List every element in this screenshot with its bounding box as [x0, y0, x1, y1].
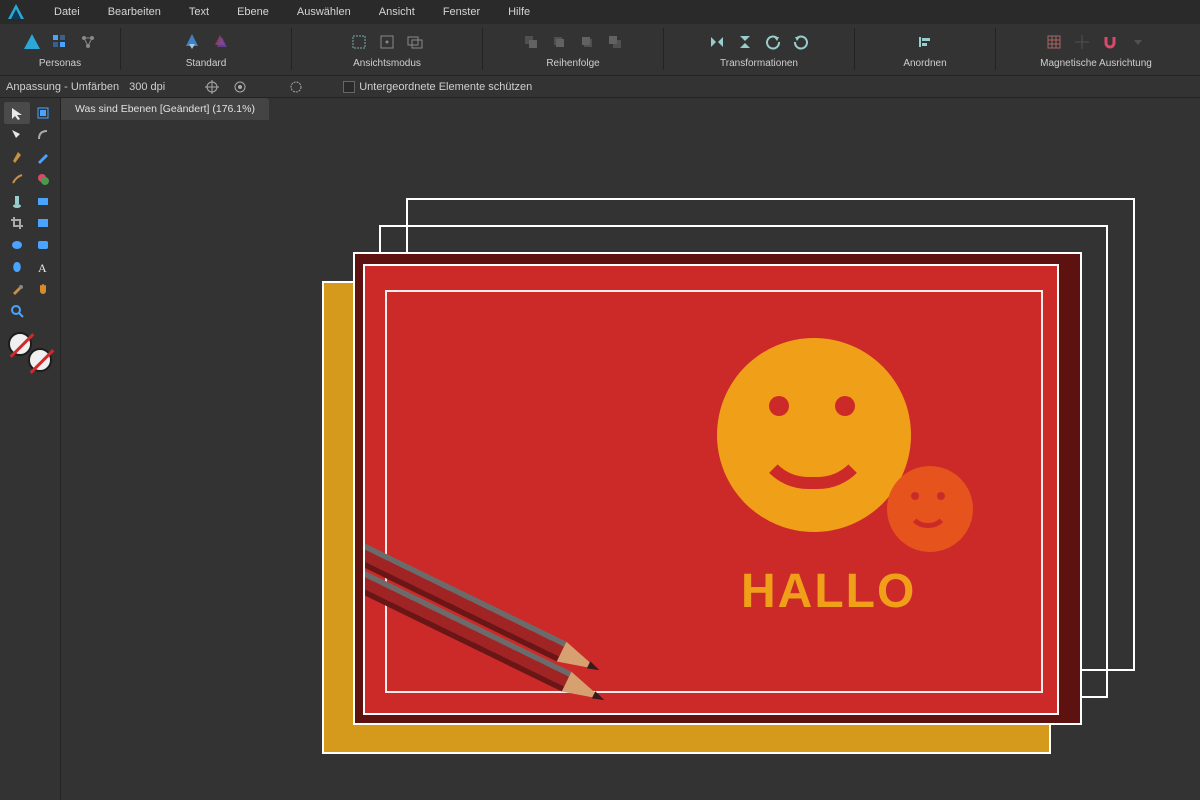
tool-node[interactable] [4, 124, 30, 146]
tool-crop[interactable] [4, 212, 30, 234]
layer-card-red[interactable]: HALLO [363, 264, 1059, 715]
lock-children-icon[interactable] [287, 78, 305, 96]
tool-hand[interactable] [30, 278, 56, 300]
protect-children-label: Untergeordnete Elemente schützen [359, 81, 532, 93]
toolbar-label-viewmode: Ansichtsmodus [353, 58, 421, 69]
document-tab[interactable]: Was sind Ebenen [Geändert] (176.1%) [61, 98, 269, 120]
toolbar-group-snapping: Magnetische Ausrichtung [996, 24, 1196, 71]
back-color-swatch[interactable] [28, 348, 52, 372]
menubar: Datei Bearbeiten Text Ebene Auswählen An… [0, 0, 1200, 24]
toolbar-label-order: Reihenfolge [546, 58, 599, 69]
toolbar-group-personas: Personas [0, 24, 120, 71]
tool-zoom[interactable] [4, 300, 30, 322]
rotate-ccw-icon[interactable] [762, 31, 784, 53]
tool-pen[interactable] [4, 146, 30, 168]
tool-artboard[interactable] [30, 102, 56, 124]
tool-color-replace[interactable] [30, 168, 56, 190]
smiley-large [717, 338, 911, 532]
tool-text[interactable]: A [30, 256, 56, 278]
options-bar: Anpassung - Umfärben 300 dpi Untergeordn… [0, 76, 1200, 98]
tool-brush[interactable] [4, 168, 30, 190]
flip-horizontal-icon[interactable] [706, 31, 728, 53]
persona-designer-icon[interactable] [21, 31, 43, 53]
order-forward-one-icon[interactable] [576, 31, 598, 53]
hallo-text: HALLO [741, 564, 916, 619]
menu-text[interactable]: Text [175, 0, 223, 24]
rotate-cw-icon[interactable] [790, 31, 812, 53]
tool-eyedropper[interactable] [4, 278, 30, 300]
toolbar-group-viewmode: Ansichtsmodus [292, 24, 482, 71]
color-chooser[interactable] [8, 332, 52, 372]
dpi-label: 300 dpi [129, 81, 165, 93]
viewmode-outline-icon[interactable] [404, 31, 426, 53]
snap-guides-icon[interactable] [1071, 31, 1093, 53]
tool-pencil[interactable] [30, 146, 56, 168]
flip-vertical-icon[interactable] [734, 31, 756, 53]
snap-dropdown-icon[interactable] [1127, 31, 1149, 53]
tool-gradient[interactable] [30, 190, 56, 212]
tool-shapes[interactable] [4, 256, 30, 278]
toolbar-group-order: Reihenfolge [483, 24, 663, 71]
toolbar-group-standard: Standard [121, 24, 291, 71]
canvas[interactable]: HALLO [61, 120, 1200, 800]
menu-datei[interactable]: Datei [40, 0, 94, 24]
tool-move[interactable] [4, 102, 30, 124]
tool-fill[interactable] [4, 190, 30, 212]
menu-auswaehlen[interactable]: Auswählen [283, 0, 365, 24]
toolbar-group-arrange: Anordnen [855, 24, 995, 71]
toolbar: Personas Standard Ansichtsmodus [0, 24, 1200, 76]
tool-palette: A [0, 98, 61, 800]
protect-children-checkbox[interactable]: Untergeordnete Elemente schützen [343, 81, 532, 93]
persona-pixel-icon[interactable] [49, 31, 71, 53]
tool-empty [30, 300, 56, 322]
menu-ebene[interactable]: Ebene [223, 0, 283, 24]
front-color-swatch[interactable] [8, 332, 32, 356]
viewmode-retina-icon[interactable] [376, 31, 398, 53]
move-target-icon[interactable] [231, 78, 249, 96]
toolbar-label-standard: Standard [186, 58, 227, 69]
tool-rectangle[interactable] [30, 212, 56, 234]
tool-corner[interactable] [30, 124, 56, 146]
tool-rounded-rect[interactable] [30, 234, 56, 256]
menu-fenster[interactable]: Fenster [429, 0, 494, 24]
checkbox-icon[interactable] [343, 81, 355, 93]
toolbar-label-transform: Transformationen [720, 58, 798, 69]
menu-bearbeiten[interactable]: Bearbeiten [94, 0, 175, 24]
app-logo-icon [6, 2, 26, 22]
defaults-sync-icon[interactable] [181, 31, 203, 53]
toolbar-label-snapping: Magnetische Ausrichtung [1040, 58, 1152, 69]
viewmode-pixels-icon[interactable] [348, 31, 370, 53]
toolbar-label-personas: Personas [39, 58, 81, 69]
order-to-front-icon[interactable] [604, 31, 626, 53]
svg-text:A: A [38, 261, 47, 274]
move-center-icon[interactable] [203, 78, 221, 96]
persona-export-icon[interactable] [77, 31, 99, 53]
toolbar-group-transform: Transformationen [664, 24, 854, 71]
order-back-one-icon[interactable] [548, 31, 570, 53]
defaults-revert-icon[interactable] [209, 31, 231, 53]
menu-ansicht[interactable]: Ansicht [365, 0, 429, 24]
adjustment-label: Anpassung - Umfärben [6, 81, 119, 93]
smiley-small [887, 466, 973, 552]
toolbar-label-arrange: Anordnen [903, 58, 946, 69]
snap-magnet-icon[interactable] [1099, 31, 1121, 53]
order-to-back-icon[interactable] [520, 31, 542, 53]
document-tabbar: Was sind Ebenen [Geändert] (176.1%) [61, 98, 269, 120]
snap-grid-icon[interactable] [1043, 31, 1065, 53]
menu-hilfe[interactable]: Hilfe [494, 0, 544, 24]
tool-ellipse[interactable] [4, 234, 30, 256]
align-icon[interactable] [914, 31, 936, 53]
